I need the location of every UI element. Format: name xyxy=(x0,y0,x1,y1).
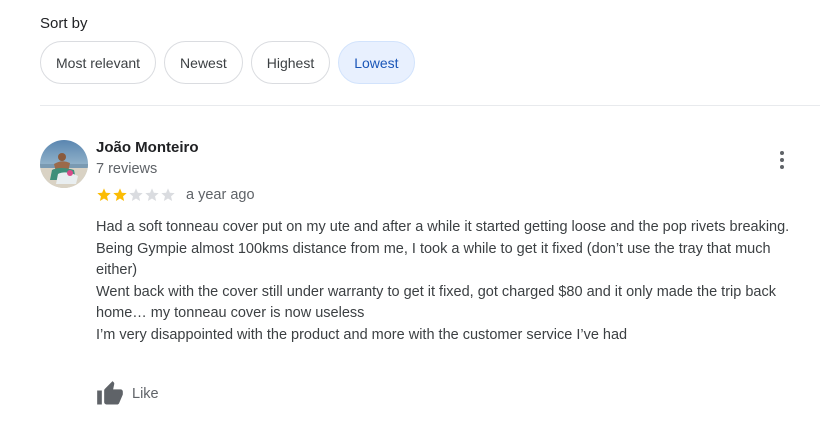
like-button[interactable]: Like xyxy=(96,380,159,408)
star-filled-icon xyxy=(97,188,111,201)
review-text-line: I’m very disappointed with the product a… xyxy=(96,326,628,343)
sort-highest-button[interactable]: Highest xyxy=(250,41,331,84)
sort-most-relevant-button[interactable]: Most relevant xyxy=(40,41,157,84)
sort-lowest-button[interactable]: Lowest xyxy=(338,41,415,84)
rating-row: a year ago xyxy=(96,187,255,203)
more-options-button[interactable] xyxy=(770,148,794,172)
star-empty-icon xyxy=(129,188,143,201)
star-filled-icon xyxy=(113,188,127,201)
more-vert-icon xyxy=(780,151,784,169)
review-text-line: Had a soft tonneau cover put on my ute a… xyxy=(96,219,790,235)
sort-newest-button[interactable]: Newest xyxy=(164,41,243,84)
review-text-line: Being Gympie almost 100kms distance from… xyxy=(96,240,771,279)
review-text-line: Went back with the cover still under war… xyxy=(96,283,776,322)
reviewer-review-count[interactable]: 7 reviews xyxy=(96,161,157,177)
star-empty-icon xyxy=(145,188,159,201)
divider xyxy=(40,105,820,106)
review-text: Had a soft tonneau cover put on my ute a… xyxy=(96,217,806,346)
star-rating xyxy=(96,187,176,203)
star-empty-icon xyxy=(161,188,175,201)
review-date: a year ago xyxy=(186,187,255,203)
reviewer-name[interactable]: João Monteiro xyxy=(96,139,199,156)
thumb-up-icon xyxy=(97,381,123,405)
like-label: Like xyxy=(132,386,159,402)
sort-options: Most relevant Newest Highest Lowest xyxy=(40,41,415,84)
avatar[interactable] xyxy=(40,140,88,188)
avatar-image xyxy=(40,140,88,188)
sort-label: Sort by xyxy=(40,15,88,32)
